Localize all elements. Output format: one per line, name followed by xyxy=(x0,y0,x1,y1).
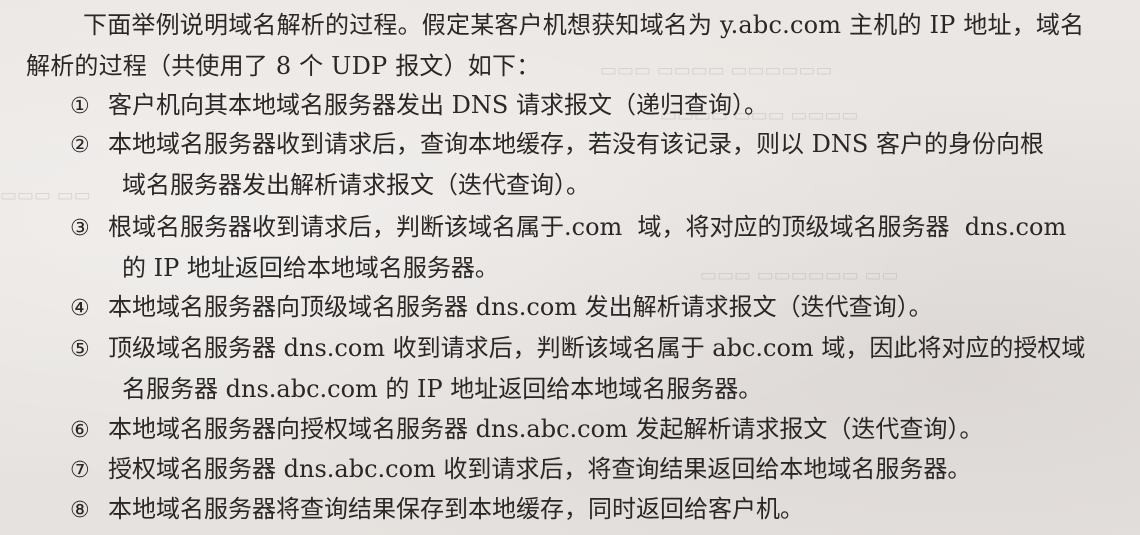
list-item-step-4: ④ 本地域名服务器向顶级域名服务器 dns.com 发出解析请求报文（迭代查询）。 xyxy=(70,292,933,324)
list-item-step-8: ⑧ 本地域名服务器将查询结果保存到本地缓存，同时返回给客户机。 xyxy=(70,494,804,526)
list-item-step-7: ⑦ 授权域名服务器 dns.abc.com 收到请求后，将查询结果返回给本地域名服… xyxy=(70,454,971,486)
step-number: ② xyxy=(70,133,90,158)
step-5-continuation: 名服务器 dns.abc.com 的 IP 地址返回给本地域名服务器。 xyxy=(122,375,763,403)
intro-line-2: 解析的过程（共使用了 8 个 UDP 报文）如下： xyxy=(26,52,541,80)
document-page: ▭▭▭ ▭▭▭▭ ▭▭▭▭▭▭ ▭▭▭▭ ▭▭▭ ▭▭▭▭ ▭▭▭ ▭▭▭▭▭▭… xyxy=(0,0,1140,535)
step-text: 本地域名服务器将查询结果保存到本地缓存，同时返回给客户机。 xyxy=(108,495,804,523)
step-number: ⑧ xyxy=(70,498,90,523)
step-text: 本地域名服务器向授权域名服务器 dns.abc.com 发起解析请求报文（迭代查… xyxy=(108,415,984,443)
step-number: ⑤ xyxy=(70,337,90,362)
step-3-continuation: 的 IP 地址返回给本地域名服务器。 xyxy=(122,254,499,282)
step-text: 本地域名服务器向顶级域名服务器 dns.com 发出解析请求报文（迭代查询）。 xyxy=(108,293,933,321)
list-item-step-3: ③ 根域名服务器收到请求后，判断该域名属于.com 域，将对应的顶级域名服务器 d… xyxy=(70,212,1066,244)
step-2-continuation: 域名服务器发出解析请求报文（迭代查询）。 xyxy=(122,171,590,199)
show-through-texture: ▭▭▭ ▭▭▭▭▭▭ ▭▭ xyxy=(700,265,899,286)
list-item-step-2: ② 本地域名服务器收到请求后，查询本地缓存，若没有该记录，则以 DNS 客户的身份… xyxy=(70,129,1044,161)
step-number: ⑥ xyxy=(70,418,90,443)
step-number: ③ xyxy=(70,216,90,241)
step-number: ① xyxy=(70,94,90,119)
show-through-texture: ▭▭▭ ▭▭ xyxy=(0,185,91,206)
list-item-step-6: ⑥ 本地域名服务器向授权域名服务器 dns.abc.com 发起解析请求报文（迭代… xyxy=(70,414,983,446)
step-text: 顶级域名服务器 dns.com 收到请求后，判断该域名属于 abc.com 域，… xyxy=(108,334,1086,362)
step-number: ⑦ xyxy=(70,458,90,483)
list-item-step-1: ① 客户机向其本地域名服务器发出 DNS 请求报文（递归查询）。 xyxy=(70,90,768,122)
intro-line-1: 下面举例说明域名解析的过程。假定某客户机想获知域名为 y.abc.com 主机的… xyxy=(83,11,1085,39)
step-text: 授权域名服务器 dns.abc.com 收到请求后，将查询结果返回给本地域名服务… xyxy=(108,455,972,483)
step-text: 本地域名服务器收到请求后，查询本地缓存，若没有该记录，则以 DNS 客户的身份向… xyxy=(108,130,1044,158)
step-text: 根域名服务器收到请求后，判断该域名属于.com 域，将对应的顶级域名服务器 dn… xyxy=(108,213,1067,241)
step-text: 客户机向其本地域名服务器发出 DNS 请求报文（递归查询）。 xyxy=(108,91,768,119)
list-item-step-5: ⑤ 顶级域名服务器 dns.com 收到请求后，判断该域名属于 abc.com 域… xyxy=(70,333,1085,365)
step-number: ④ xyxy=(70,296,90,321)
show-through-texture: ▭▭▭ ▭▭▭▭ ▭▭▭▭▭▭ xyxy=(600,60,833,81)
